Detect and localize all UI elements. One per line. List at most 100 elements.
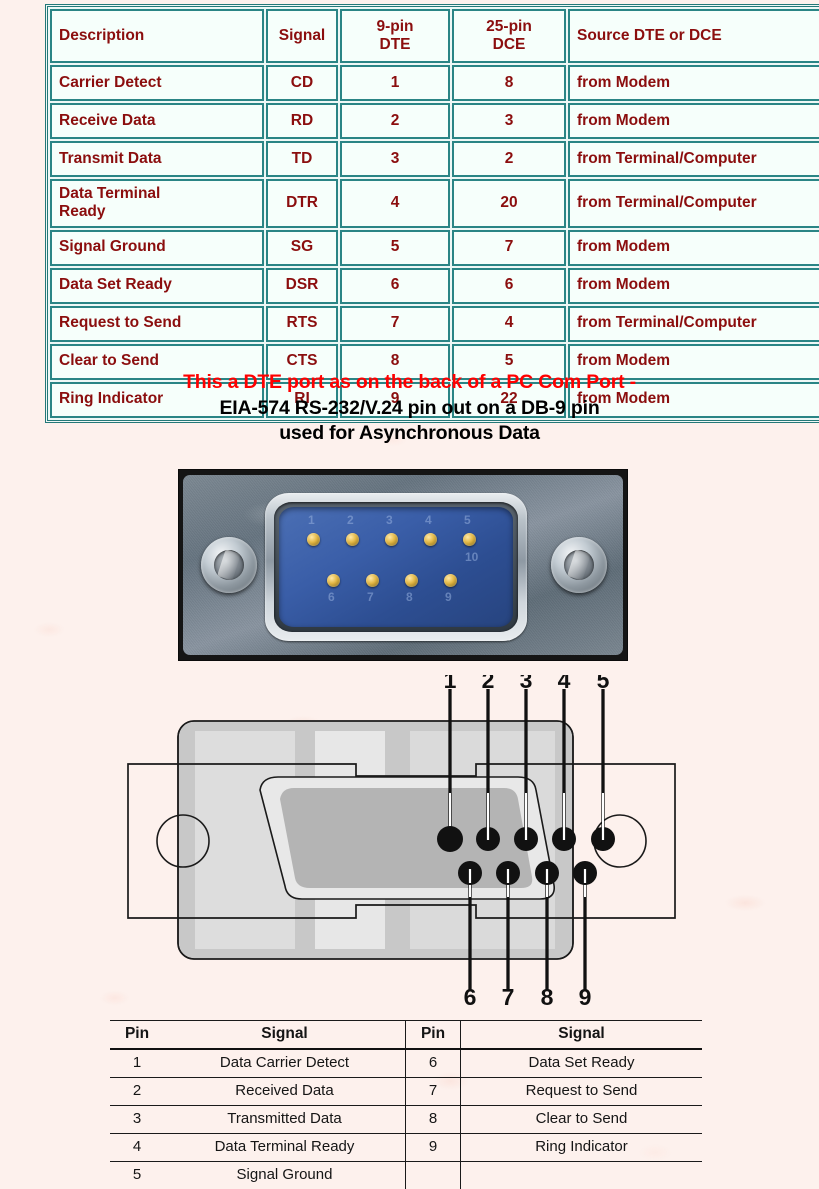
cell-signal: DSR xyxy=(266,268,338,304)
pin-assignment-table: Pin Signal Pin Signal 1 Data Carrier Det… xyxy=(110,1020,702,1189)
cell-9pin: 2 xyxy=(340,103,450,139)
photo-pin-9 xyxy=(444,574,457,587)
pin-signal-right: Data Set Ready xyxy=(461,1049,703,1078)
diagram-number-1: 1 xyxy=(444,675,457,693)
pin-number-left: 1 xyxy=(110,1049,164,1078)
table-row: Data Set Ready DSR 6 6 from Modem xyxy=(50,268,819,304)
photo-pin-4 xyxy=(424,533,437,546)
pin-signal-right xyxy=(461,1162,703,1189)
photo-pin-7 xyxy=(366,574,379,587)
cell-signal: RTS xyxy=(266,306,338,342)
connector-shell-inner: 1 2 3 4 5 10 6 7 8 9 xyxy=(274,502,518,632)
table-row: Data Terminal Ready DTR 4 20 from Termin… xyxy=(50,179,819,228)
pin-table-header-row: Pin Signal Pin Signal xyxy=(110,1021,702,1050)
header-25pin-line1: 25-pin xyxy=(486,18,532,35)
jackscrew-right xyxy=(551,537,607,593)
connector-chrome-shell: 1 2 3 4 5 10 6 7 8 9 xyxy=(265,493,527,641)
cell-25pin: 8 xyxy=(452,65,566,101)
db9-connector-photo: 1 2 3 4 5 10 6 7 8 9 xyxy=(179,470,627,660)
pin-number-left: 3 xyxy=(110,1106,164,1134)
pin-number-right: 9 xyxy=(406,1134,461,1162)
diagram-number-3: 3 xyxy=(520,675,533,693)
engraved-label-8: 8 xyxy=(406,590,413,604)
cell-9pin: 5 xyxy=(340,230,450,266)
cell-25pin: 3 xyxy=(452,103,566,139)
pin-number-left: 2 xyxy=(110,1078,164,1106)
cell-signal: SG xyxy=(266,230,338,266)
pin-header-right-signal: Signal xyxy=(461,1021,703,1050)
pin-number-left: 4 xyxy=(110,1134,164,1162)
diagram-number-7: 7 xyxy=(502,984,515,1005)
pin-signal-left: Signal Ground xyxy=(164,1162,406,1189)
connector-blue-insulator: 1 2 3 4 5 10 6 7 8 9 xyxy=(279,507,513,627)
photo-pin-5 xyxy=(463,533,476,546)
cell-9pin: 7 xyxy=(340,306,450,342)
caption-line-1: This a DTE port as on the back of a PC C… xyxy=(0,370,819,396)
diagram-pin-1 xyxy=(437,826,463,852)
caption-block: This a DTE port as on the back of a PC C… xyxy=(0,370,819,447)
cell-description: Signal Ground xyxy=(50,230,264,266)
cell-description: Carrier Detect xyxy=(50,65,264,101)
pin-signal-left: Data Carrier Detect xyxy=(164,1049,406,1078)
cell-description-line1: Data Terminal xyxy=(59,185,160,202)
pin-signal-right: Clear to Send xyxy=(461,1106,703,1134)
cell-signal: TD xyxy=(266,141,338,177)
engraved-label-10: 10 xyxy=(465,550,478,564)
cell-description: Data Terminal Ready xyxy=(50,179,264,228)
cell-source: from Terminal/Computer xyxy=(568,306,819,342)
cell-9pin: 6 xyxy=(340,268,450,304)
pin-assignment-table-container: Pin Signal Pin Signal 1 Data Carrier Det… xyxy=(110,1020,702,1185)
cell-source: from Modem xyxy=(568,103,819,139)
cell-source: from Modem xyxy=(568,230,819,266)
diagram-number-6: 6 xyxy=(464,984,477,1005)
cell-25pin: 2 xyxy=(452,141,566,177)
pin-signal-right: Request to Send xyxy=(461,1078,703,1106)
caption-line-3: used for Asynchronous Data xyxy=(0,421,819,447)
engraved-label-7: 7 xyxy=(367,590,374,604)
engraved-label-5: 5 xyxy=(464,513,471,527)
photo-pin-1 xyxy=(307,533,320,546)
pin-table-row: 1 Data Carrier Detect 6 Data Set Ready xyxy=(110,1049,702,1078)
engraved-label-2: 2 xyxy=(347,513,354,527)
pin-table-row: 2 Received Data 7 Request to Send xyxy=(110,1078,702,1106)
pin-number-right: 7 xyxy=(406,1078,461,1106)
pin-signal-left: Data Terminal Ready xyxy=(164,1134,406,1162)
pin-signal-left: Transmitted Data xyxy=(164,1106,406,1134)
cell-25pin: 4 xyxy=(452,306,566,342)
signal-pinout-table: Description Signal 9-pin DTE 25-pin DCE … xyxy=(45,4,819,423)
table-row: Carrier Detect CD 1 8 from Modem xyxy=(50,65,819,101)
pin-signal-right: Ring Indicator xyxy=(461,1134,703,1162)
cell-signal: CD xyxy=(266,65,338,101)
table-row: Receive Data RD 2 3 from Modem xyxy=(50,103,819,139)
cell-25pin: 7 xyxy=(452,230,566,266)
cell-25pin: 20 xyxy=(452,179,566,228)
table-header-row: Description Signal 9-pin DTE 25-pin DCE … xyxy=(50,9,819,63)
cell-source: from Modem xyxy=(568,65,819,101)
pin-number-right: 6 xyxy=(406,1049,461,1078)
jackscrew-left xyxy=(201,537,257,593)
diagram-number-8: 8 xyxy=(541,984,554,1005)
caption-line-2: EIA-574 RS-232/V.24 pin out on a DB-9 pi… xyxy=(0,396,819,422)
cell-source: from Terminal/Computer xyxy=(568,179,819,228)
header-9pin-line2: DTE xyxy=(380,36,411,53)
cell-description-line2: Ready xyxy=(59,203,106,220)
cell-source: from Terminal/Computer xyxy=(568,141,819,177)
pin-header-right-pin: Pin xyxy=(406,1021,461,1050)
engraved-label-9: 9 xyxy=(445,590,452,604)
header-9pin-dte: 9-pin DTE xyxy=(340,9,450,63)
cell-25pin: 6 xyxy=(452,268,566,304)
table-row: Transmit Data TD 3 2 from Terminal/Compu… xyxy=(50,141,819,177)
db9-pinout-diagram: 1 2 3 4 5 6 7 8 9 xyxy=(120,675,700,1005)
cell-source: from Modem xyxy=(568,268,819,304)
engraved-label-6: 6 xyxy=(328,590,335,604)
engraved-label-1: 1 xyxy=(308,513,315,527)
photo-pin-3 xyxy=(385,533,398,546)
cell-description: Transmit Data xyxy=(50,141,264,177)
header-signal: Signal xyxy=(266,9,338,63)
table-row: Signal Ground SG 5 7 from Modem xyxy=(50,230,819,266)
engraved-label-3: 3 xyxy=(386,513,393,527)
pin-table-row: 5 Signal Ground xyxy=(110,1162,702,1189)
cell-9pin: 4 xyxy=(340,179,450,228)
cell-description: Receive Data xyxy=(50,103,264,139)
engraved-label-4: 4 xyxy=(425,513,432,527)
